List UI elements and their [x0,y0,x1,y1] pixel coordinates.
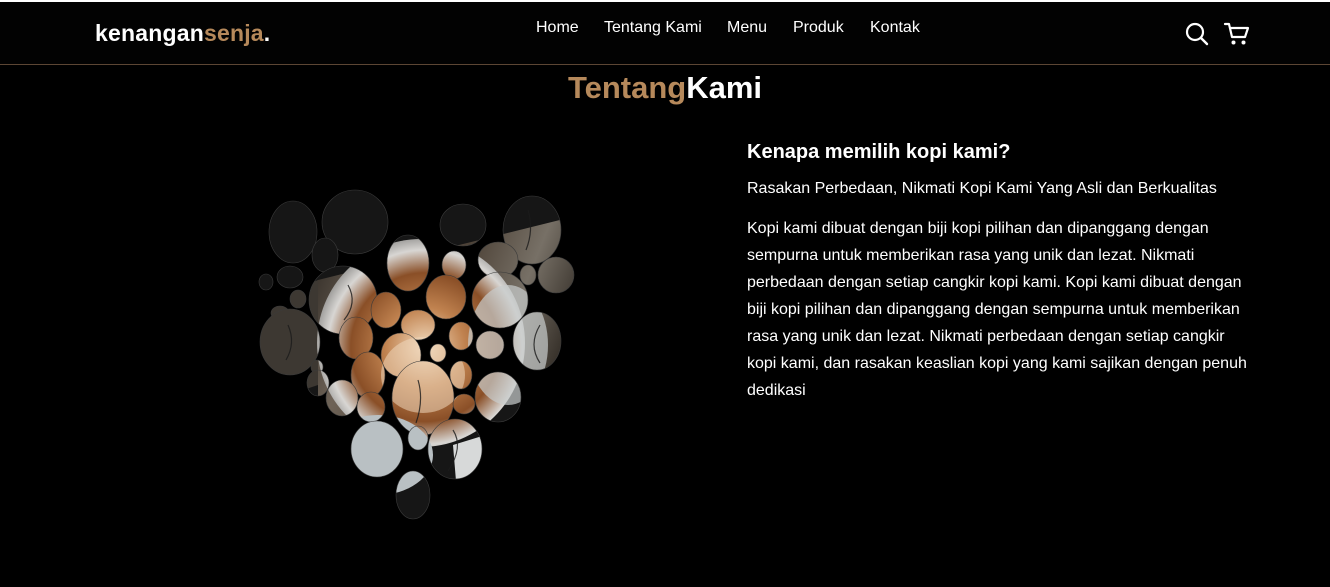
section-title-part2: Kami [686,70,763,105]
section-title-part1: Tentang [567,70,687,105]
nav-link-produk[interactable]: Produk [793,19,844,37]
nav-link-tentang-kami[interactable]: Tentang Kami [604,19,702,37]
nav-link-menu[interactable]: Menu [727,19,767,37]
about-heading: Kenapa memilih kopi kami? [747,141,1011,163]
section-title: TentangKami [0,70,1330,106]
about-content: Kenapa memilih kopi kami? Rasakan Perbed… [747,141,1257,404]
about-body: Kopi kami dibuat dengan biji kopi piliha… [747,220,1247,399]
search-icon[interactable] [1184,21,1210,47]
nav-link-home[interactable]: Home [536,19,579,37]
cart-icon[interactable] [1223,21,1250,47]
navbar: kenangansenja. Home Tentang Kami Menu Pr… [0,0,1330,65]
main-nav: Home Tentang Kami Menu Produk Kontak [0,19,1330,41]
about-image [258,185,580,525]
about-lead: Rasakan Perbedaan, Nikmati Kopi Kami Yan… [747,180,1217,197]
nav-link-kontak[interactable]: Kontak [870,19,920,37]
